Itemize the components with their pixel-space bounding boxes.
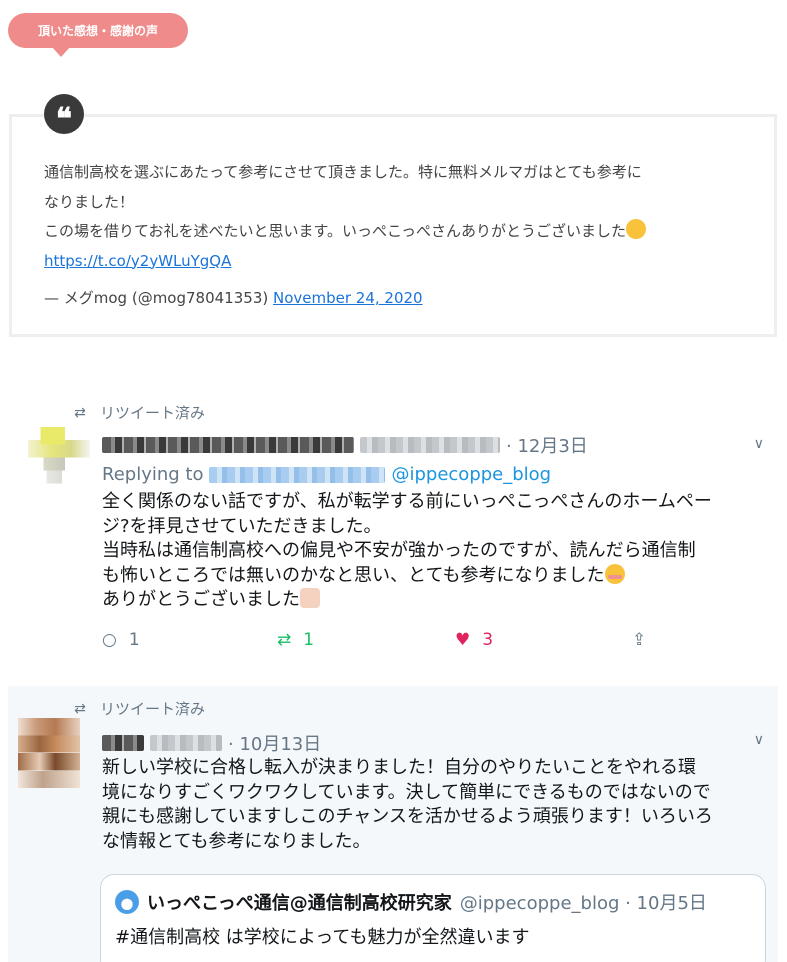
tweet-text-line: 当時私は通信制高校への偏見や不安が強かったのですが、読んだら通信制 xyxy=(102,540,696,561)
replying-to-label: Replying to xyxy=(102,464,204,485)
quote-citation: — メグmog (@mog78041353) November 24, 2020 xyxy=(44,287,423,308)
retweet-icon: ⇄ xyxy=(277,630,292,650)
tweet-text-line: 境になりすごくワクワクしています。決して簡単にできるものではないので xyxy=(102,781,711,803)
quote-icon: ❝ xyxy=(44,94,84,137)
tweet-header: · 10月13日 xyxy=(102,730,321,756)
mention-link[interactable]: @ippecoppe_blog xyxy=(391,464,551,485)
quote-line-2: なりました！ xyxy=(44,192,135,211)
retweet-icon: ⇄ xyxy=(74,700,86,717)
tweet-text-line: 新しい学校に合格し転入が決まりました！自分のやりたいことをやれる環 xyxy=(102,757,696,778)
blurred-handle[interactable] xyxy=(150,735,222,751)
heart-icon: ♥ xyxy=(455,630,471,650)
quote-link[interactable]: https://t.co/y2yWLuYgQA xyxy=(44,252,231,270)
avatar[interactable] xyxy=(28,427,90,497)
retweet-button[interactable]: ⇄ 1 xyxy=(277,630,314,650)
like-button[interactable]: ♥ 3 xyxy=(455,630,493,650)
retweeted-label: リツイート済み xyxy=(100,404,206,422)
share-button[interactable]: ⇪ xyxy=(632,630,646,650)
quote-author: — メグmog (@mog78041353) xyxy=(44,289,269,307)
blurred-display-name[interactable] xyxy=(102,735,144,751)
quoted-display-name: いっぺこっぺ通信@通信制高校研究家 xyxy=(147,893,452,914)
tweet-body: 全く関係のない話ですが、私が転学する前にいっぺこっぺさんのホームペー ジ?を拝見… xyxy=(102,490,762,613)
retweet-icon: ⇄ xyxy=(74,404,86,421)
blush-emoji-icon xyxy=(604,563,625,584)
quote-line-3: この場を借りてお礼を述べたいと思います。いっぺこっぺさんありがとうございました xyxy=(44,217,744,247)
tweet-date[interactable]: · 10月13日 xyxy=(228,730,321,756)
replying-to: Replying to @ippecoppe_blog xyxy=(102,464,551,485)
tweet-card[interactable]: ⇄ リツイート済み · 12月3日 ∨ Replying to @ippecop… xyxy=(8,390,778,665)
avatar xyxy=(115,890,139,914)
tweet-text-line: 全く関係のない話ですが、私が転学する前にいっぺこっぺさんのホームペー xyxy=(102,491,712,512)
quote-text: 通信制高校を選ぶにあたって参考にさせて頂きました。特に無料メルマガはとても参考に… xyxy=(44,158,744,276)
tweet-text-line: ありがとうございました xyxy=(102,588,762,613)
retweeted-label: リツイート済み xyxy=(100,700,206,718)
quote-date-link[interactable]: November 24, 2020 xyxy=(273,289,423,307)
tweet-card[interactable]: ⇄ リツイート済み · 10月13日 ∨ 新しい学校に合格し転入が決まりました！… xyxy=(8,686,778,962)
blurred-handle[interactable] xyxy=(360,437,500,453)
share-icon: ⇪ xyxy=(632,630,647,650)
tweet-text-line: も怖いところでは無いのかなと思い、とても参考になりました xyxy=(102,563,762,589)
retweeted-indicator: ⇄ リツイート済み xyxy=(70,402,205,423)
tweet-text-line: ジ?を拝見させていただきました。 xyxy=(102,515,382,537)
section-tag: 頂いた感想・感謝の声 xyxy=(8,13,188,57)
quoted-tweet-text: #通信制高校 は学校によっても魅力が全然違います xyxy=(115,927,530,948)
bowing-person-emoji-icon xyxy=(300,588,320,608)
tweet-text-line: な情報とても参考になりました。 xyxy=(102,830,371,852)
like-count: 3 xyxy=(482,630,494,650)
tweet-body: 新しい学校に合格し転入が決まりました！自分のやりたいことをやれる環 境になりすご… xyxy=(102,756,762,854)
avatar[interactable] xyxy=(18,718,80,788)
blurred-display-name[interactable] xyxy=(102,437,354,453)
quoted-tweet-card[interactable]: いっぺこっぺ通信@通信制高校研究家 @ippecoppe_blog · 10月5… xyxy=(100,874,766,962)
tweet-text-line: 親にも感謝していますしこのチャンスを活かせるよう頑張ります！いろいろ xyxy=(102,806,713,827)
quote-line-1: 通信制高校を選ぶにあたって参考にさせて頂きました。特に無料メルマガはとても参考に xyxy=(44,163,642,181)
quoted-tweet-header: いっぺこっぺ通信@通信制高校研究家 @ippecoppe_blog · 10月5… xyxy=(115,889,707,915)
retweet-count: 1 xyxy=(303,630,315,650)
tweet-header: · 12月3日 xyxy=(102,432,588,458)
chevron-down-icon[interactable]: ∨ xyxy=(754,436,764,452)
tweet-actions: ○ 1 ⇄ 1 ♥ 3 ⇪ xyxy=(102,630,662,654)
reply-count: 1 xyxy=(128,630,140,650)
quoted-handle: @ippecoppe_blog · 10月5日 xyxy=(459,893,707,914)
reply-icon: ○ xyxy=(102,630,117,650)
chevron-down-icon[interactable]: ∨ xyxy=(754,732,764,748)
reply-button[interactable]: ○ 1 xyxy=(102,630,140,650)
smile-emoji-icon xyxy=(626,219,647,239)
tweet-date[interactable]: · 12月3日 xyxy=(506,432,588,458)
retweeted-indicator: ⇄ リツイート済み xyxy=(70,698,205,719)
blurred-mention[interactable] xyxy=(209,466,386,483)
